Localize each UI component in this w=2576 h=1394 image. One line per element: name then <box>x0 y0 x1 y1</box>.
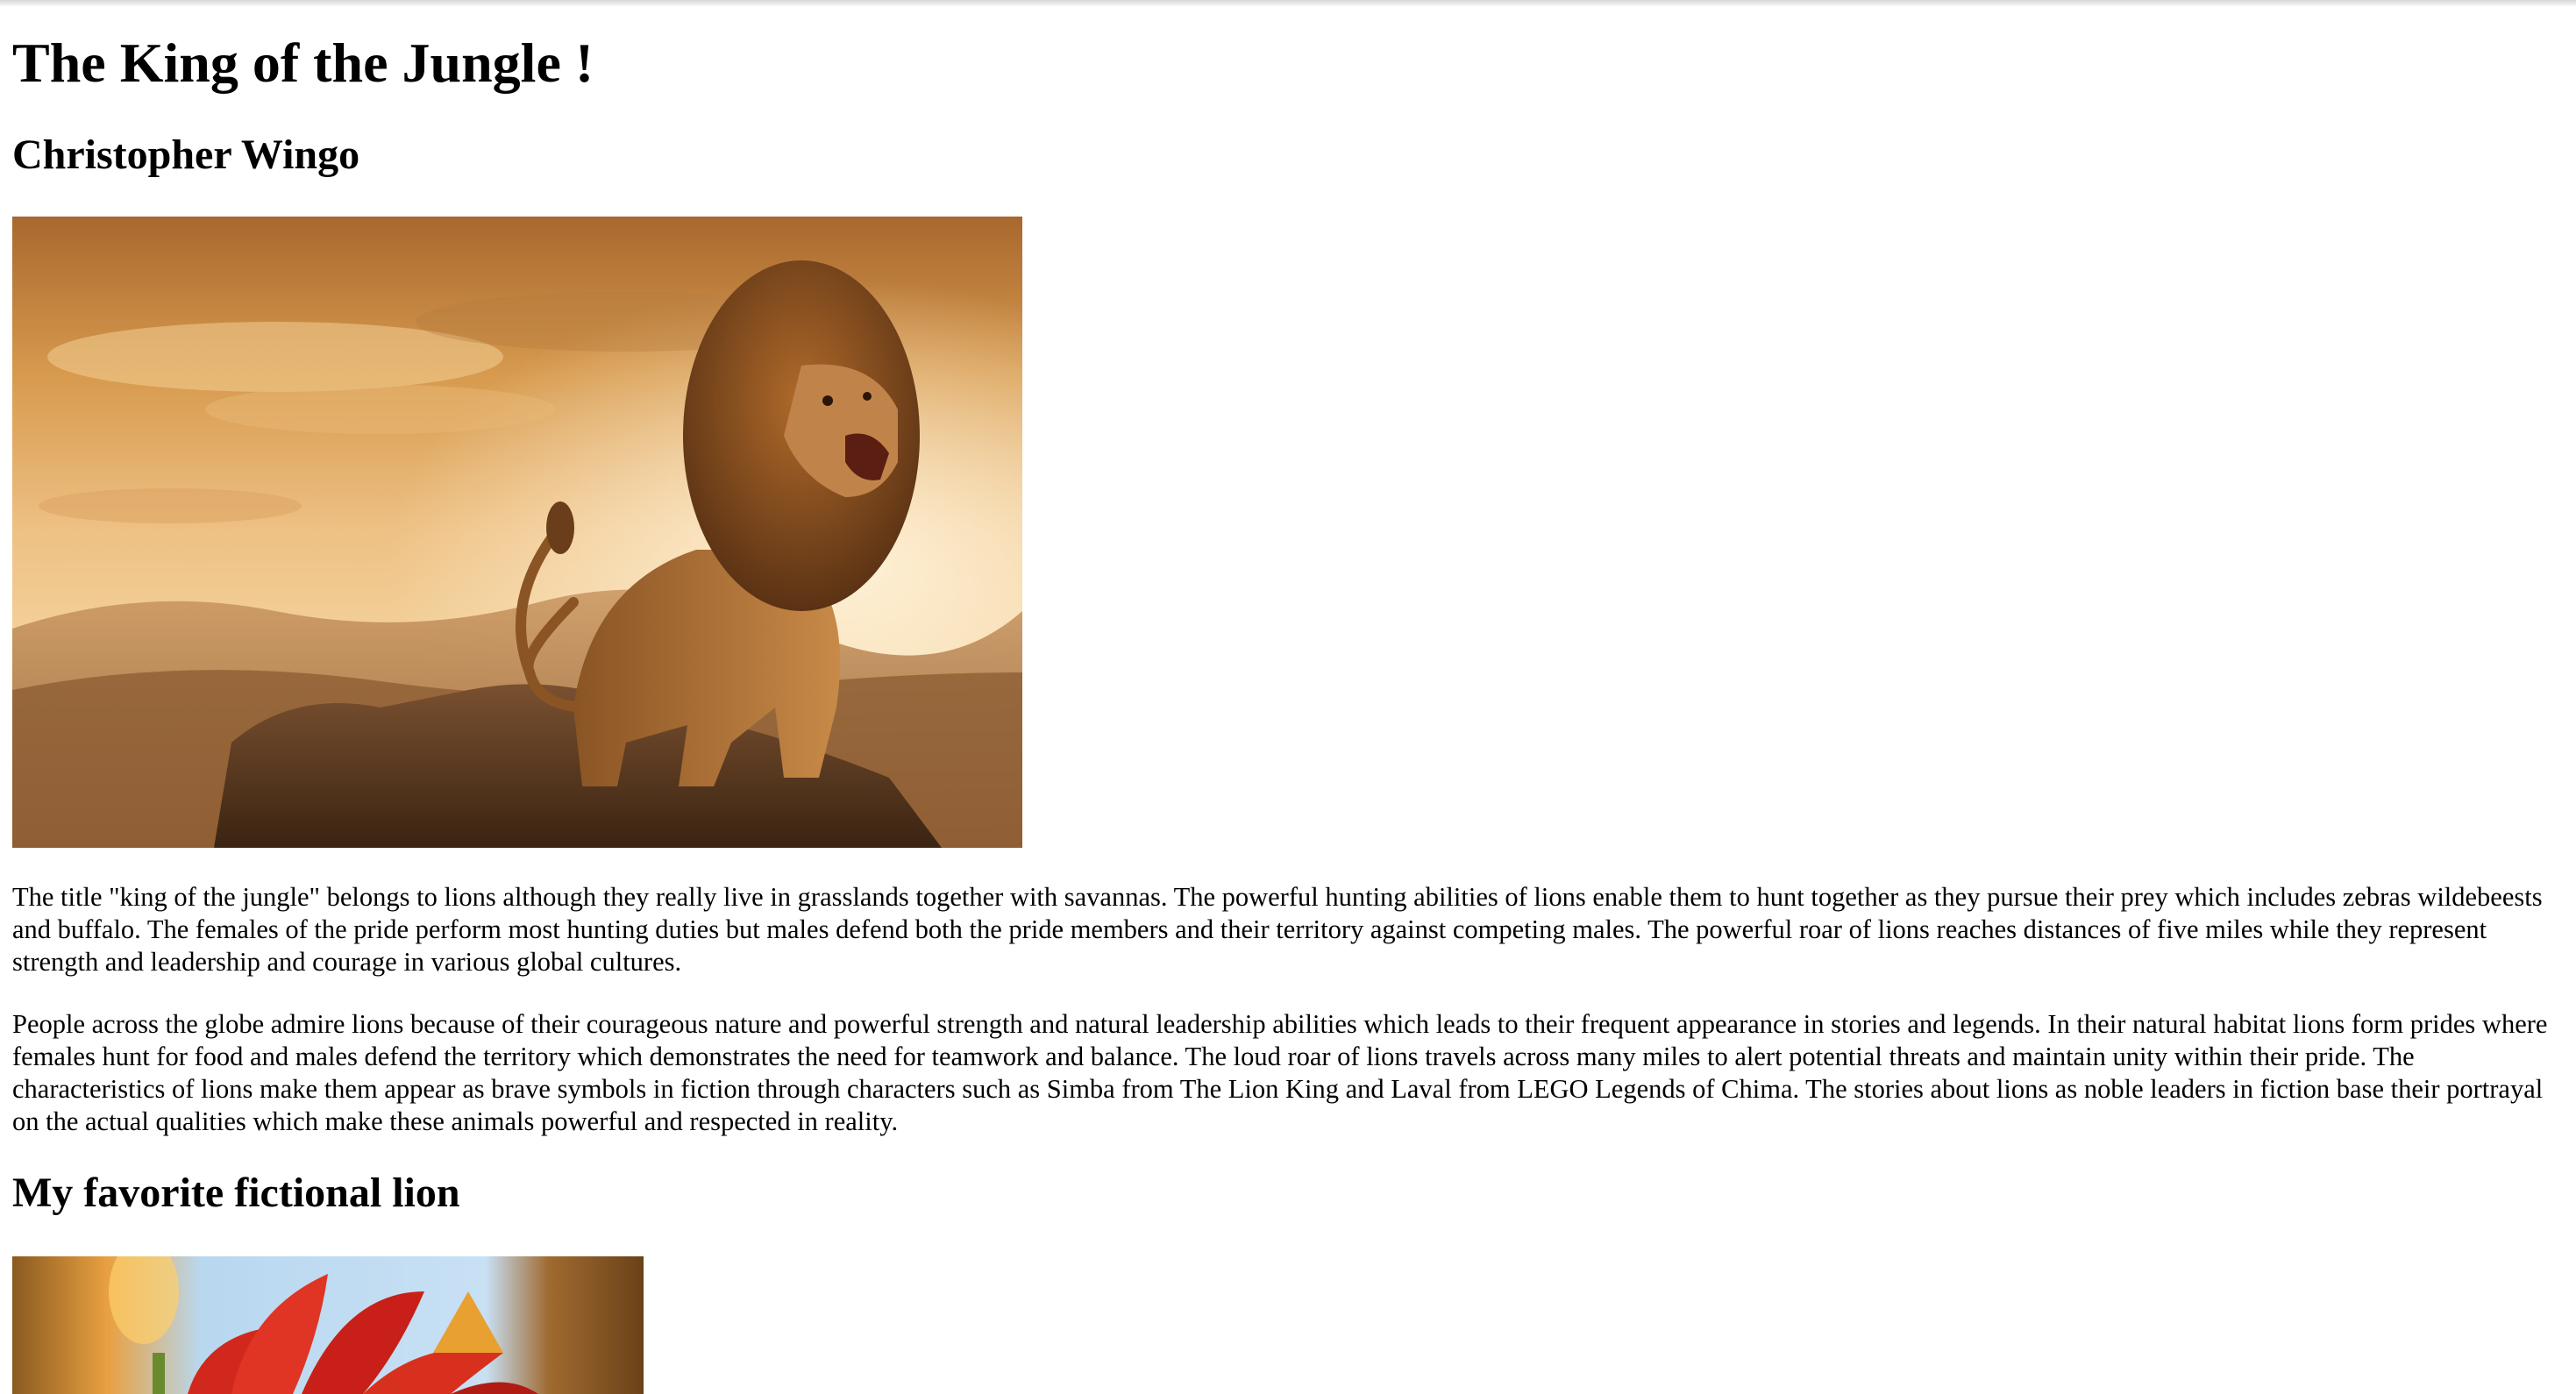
lion-hero-image <box>12 217 1022 848</box>
intro-paragraph: The title "king of the jungle" belongs t… <box>12 882 2543 977</box>
browser-top-shadow <box>0 0 2576 7</box>
lions-culture-paragraph: People across the globe admire lions bec… <box>12 1009 2548 1136</box>
favorite-lion-heading: My favorite fictional lion <box>12 1170 460 1216</box>
favorite-lion-image <box>12 1256 644 1394</box>
author-heading: Christopher Wingo <box>12 132 360 178</box>
page-title: The King of the Jungle ! <box>12 32 594 94</box>
